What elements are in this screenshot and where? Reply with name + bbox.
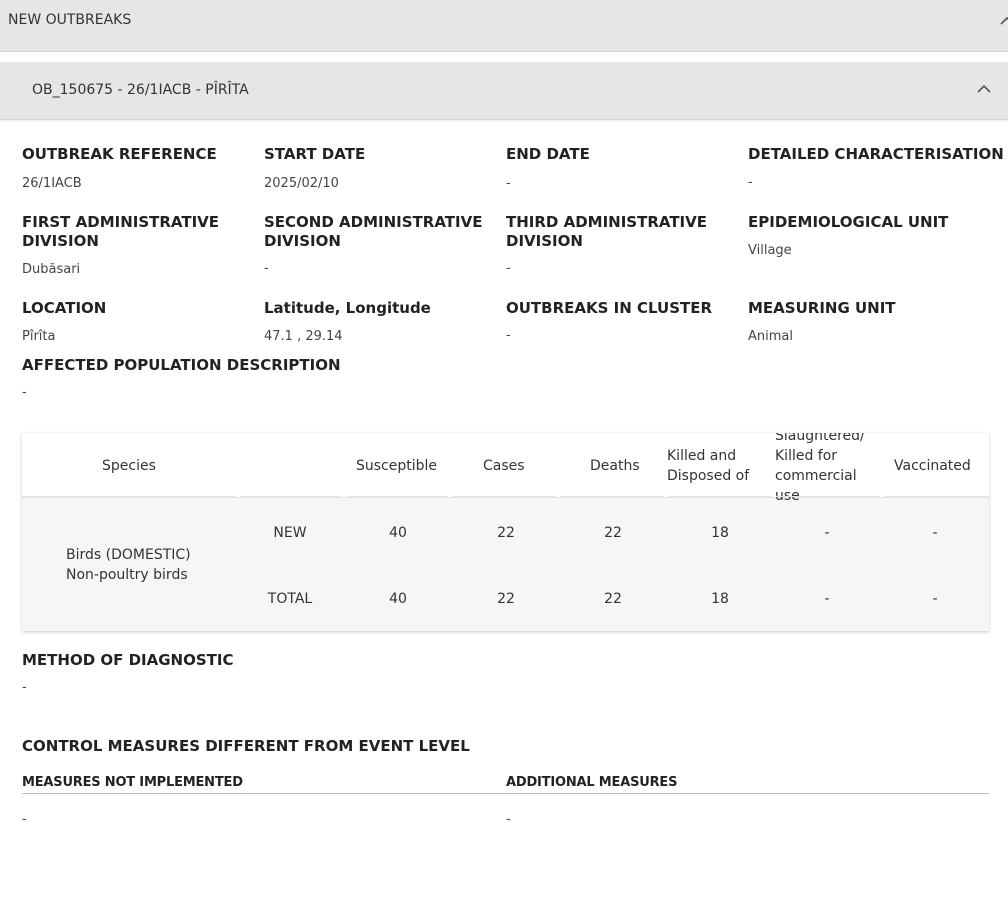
detailed-characterisation-label: DETAILED CHARACTERISATION: [748, 145, 1004, 163]
cases-value: 22: [497, 525, 515, 541]
lat-long-label: Latitude, Longitude: [264, 299, 431, 317]
start-date-value: 2025/02/10: [264, 176, 339, 191]
susceptible-value: 40: [389, 591, 407, 607]
table-header-row: Species Susceptible Cases Deaths Killed …: [22, 433, 989, 504]
susceptible-value: 40: [389, 525, 407, 541]
chevron-up-icon[interactable]: [977, 84, 991, 94]
end-date-value: -: [506, 176, 511, 191]
location-label: LOCATION: [22, 299, 107, 317]
row-type: TOTAL: [267, 591, 313, 607]
slaughtered-value: -: [824, 525, 830, 541]
outbreaks-in-cluster-value: -: [506, 328, 511, 343]
lat-long-value: 47.1 , 29.14: [264, 329, 343, 344]
end-date-label: END DATE: [506, 145, 590, 163]
measures-not-implemented-value: -: [22, 812, 27, 827]
outbreaks-in-cluster-label: OUTBREAKS IN CLUSTER: [506, 299, 713, 317]
new-outbreaks-panel-header[interactable]: NEW OUTBREAKS: [0, 0, 1008, 52]
killed-value: 18: [711, 525, 729, 541]
second-admin-division-value: -: [264, 261, 269, 276]
additional-measures-value: -: [506, 812, 511, 827]
method-of-diagnostic-value: -: [22, 680, 27, 695]
killed-value: 18: [711, 591, 729, 607]
outbreak-title: OB_150675 - 26/1IACB - PÎRÎTA: [32, 82, 249, 98]
third-admin-division-label: THIRD ADMINISTRATIVE DIVISION: [506, 213, 707, 250]
header-species: Species: [102, 458, 156, 474]
location-value: Pîrîta: [22, 329, 56, 344]
slaughtered-value: -: [824, 591, 830, 607]
header-susceptible: Susceptible: [356, 458, 438, 474]
outbreak-panel-header[interactable]: OB_150675 - 26/1IACB - PÎRÎTA: [0, 62, 1008, 120]
header-deaths: Deaths: [590, 458, 640, 474]
additional-measures-label: ADDITIONAL MEASURES: [506, 775, 678, 790]
cases-value: 22: [497, 591, 515, 607]
start-date-label: START DATE: [264, 145, 366, 163]
deaths-value: 22: [604, 591, 622, 607]
vaccinated-value: -: [932, 525, 938, 541]
vaccinated-value: -: [932, 591, 938, 607]
species-name: Birds (DOMESTIC) Non-poultry birds: [66, 547, 191, 583]
control-measures-title: CONTROL MEASURES DIFFERENT FROM EVENT LE…: [22, 737, 470, 755]
affected-population-label: AFFECTED POPULATION DESCRIPTION: [22, 356, 341, 374]
epidemiological-unit-label: EPIDEMIOLOGICAL UNIT: [748, 213, 949, 231]
epidemiological-unit-value: Village: [748, 243, 792, 258]
third-admin-division-value: -: [506, 261, 511, 276]
measuring-unit-value: Animal: [748, 329, 793, 344]
second-admin-division-label: SECOND ADMINISTRATIVE DIVISION: [264, 213, 483, 250]
affected-population-value: -: [22, 385, 27, 400]
header-cases: Cases: [483, 458, 525, 474]
header-vaccinated: Vaccinated: [894, 458, 971, 474]
first-admin-division-value: Dubăsari: [22, 262, 81, 277]
first-admin-division-label: FIRST ADMINISTRATIVE DIVISION: [22, 213, 220, 250]
outbreak-reference-label: OUTBREAK REFERENCE: [22, 145, 217, 163]
divider: [22, 793, 989, 794]
chevron-up-icon[interactable]: [1000, 14, 1008, 28]
measuring-unit-label: MEASURING UNIT: [748, 299, 896, 317]
row-type: NEW: [273, 525, 307, 541]
deaths-value: 22: [604, 525, 622, 541]
detailed-characterisation-value: -: [748, 175, 753, 190]
measures-not-implemented-label: MEASURES NOT IMPLEMENTED: [22, 775, 243, 790]
method-of-diagnostic-label: METHOD OF DIAGNOSTIC: [22, 651, 234, 669]
new-outbreaks-title: NEW OUTBREAKS: [8, 12, 132, 28]
outbreak-reference-value: 26/1IACB: [22, 176, 82, 191]
header-killed-disposed: Killed and Disposed of: [667, 448, 750, 484]
species-table: Species Susceptible Cases Deaths Killed …: [22, 433, 989, 631]
